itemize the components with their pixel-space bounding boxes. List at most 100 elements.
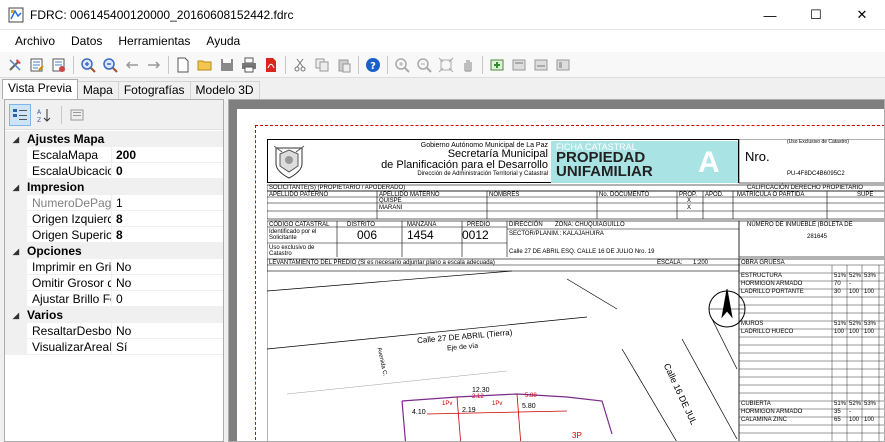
- layer-c-icon[interactable]: [553, 55, 573, 75]
- property-category[interactable]: ◢ Varios: [5, 307, 223, 323]
- map-zoom-in-icon[interactable]: [392, 55, 412, 75]
- property-row[interactable]: Origen Izquierda 8: [5, 211, 223, 227]
- doc-hormigon-armado: HORMIGON ARMADO: [741, 409, 803, 415]
- doc-uso-exclusivo: Uso exclusivo de Catastro: [269, 245, 315, 257]
- property-row[interactable]: Imprimir en GriseNo: [5, 259, 223, 275]
- plan-line: [516, 393, 522, 441]
- doc-dash: -: [849, 409, 851, 415]
- property-category[interactable]: ◢ Ajustes Mapa: [5, 131, 223, 147]
- print-preview[interactable]: Gobierno Autónomo Municipal de La Paz Se…: [228, 99, 885, 442]
- property-row[interactable]: Origen Superior 8: [5, 227, 223, 243]
- property-value[interactable]: 200: [112, 147, 223, 163]
- menu-datos[interactable]: Datos: [63, 30, 110, 52]
- doc-pct53: 53%: [864, 273, 877, 279]
- doc-v30: 30: [834, 289, 841, 295]
- minimize-button[interactable]: —: [747, 0, 793, 30]
- property-row[interactable]: EscalaUbicacio 0: [5, 163, 223, 179]
- collapse-icon[interactable]: ◢: [5, 311, 27, 320]
- plan-line: [426, 410, 568, 415]
- property-pages-icon[interactable]: [66, 104, 88, 126]
- collapse-icon[interactable]: ◢: [5, 183, 27, 192]
- doc-pct52: 52%: [849, 321, 862, 327]
- row-gutter: [5, 275, 27, 291]
- tools-icon[interactable]: [5, 55, 25, 75]
- collapse-icon[interactable]: ◢: [5, 247, 27, 256]
- property-row[interactable]: ResaltarDesbon No: [5, 323, 223, 339]
- map-zoom-out-icon[interactable]: [414, 55, 434, 75]
- row-gutter: [5, 323, 27, 339]
- property-value[interactable]: No: [112, 323, 223, 339]
- print-icon[interactable]: [239, 55, 259, 75]
- form-box: [738, 139, 884, 184]
- doc-pct51: 51%: [834, 321, 847, 327]
- row-gutter: [5, 147, 27, 163]
- cut-icon[interactable]: [290, 55, 310, 75]
- doc-v70: 70: [834, 281, 841, 287]
- doc-m7: 1Pv: [492, 401, 503, 407]
- property-value[interactable]: Sí: [112, 339, 223, 355]
- pan-hand-icon[interactable]: [458, 55, 478, 75]
- property-value[interactable]: 8: [112, 227, 223, 243]
- doc-levantamiento: LEVANTAMIENTO DEL PREDIO (Si es necesari…: [269, 260, 495, 266]
- property-row[interactable]: VisualizarAreaIn Sí: [5, 339, 223, 355]
- new-file-icon[interactable]: [173, 55, 193, 75]
- property-value[interactable]: 0: [112, 291, 223, 307]
- property-name: EscalaMapa: [27, 147, 112, 163]
- arrow-right-icon[interactable]: [144, 55, 164, 75]
- property-name: EscalaUbicacio: [27, 163, 112, 179]
- row-gutter: [5, 227, 27, 243]
- zoom-in-icon[interactable]: [78, 55, 98, 75]
- property-value[interactable]: No: [112, 275, 223, 291]
- doc-pct52: 52%: [849, 401, 862, 407]
- row-gutter: [5, 259, 27, 275]
- layer-b-icon[interactable]: [531, 55, 551, 75]
- layer-a-icon[interactable]: [509, 55, 529, 75]
- property-category-label: Impresion: [27, 180, 85, 194]
- menu-archivo[interactable]: Archivo: [0, 30, 63, 52]
- add-layer-icon[interactable]: [487, 55, 507, 75]
- property-name: ResaltarDesbon: [27, 323, 112, 339]
- open-folder-icon[interactable]: [195, 55, 215, 75]
- paste-icon[interactable]: [334, 55, 354, 75]
- edit-form-icon[interactable]: [27, 55, 47, 75]
- property-category[interactable]: ◢ Opciones: [5, 243, 223, 259]
- tab-fotografias[interactable]: Fotografías: [117, 81, 191, 99]
- property-value[interactable]: No: [112, 259, 223, 275]
- help-icon[interactable]: ?: [363, 55, 383, 75]
- sort-alphabetical-icon[interactable]: AZ: [33, 104, 55, 126]
- categorized-icon[interactable]: [9, 103, 31, 126]
- tab-modelo-3d[interactable]: Modelo 3D: [189, 81, 260, 99]
- row-gutter: [5, 339, 27, 355]
- property-row[interactable]: Omitir Grosor de No: [5, 275, 223, 291]
- maximize-button[interactable]: ☐: [793, 0, 839, 30]
- tab-mapa[interactable]: Mapa: [76, 81, 119, 99]
- property-grid-toolbar: AZ: [5, 100, 223, 130]
- property-row[interactable]: NumeroDePagir 1: [5, 195, 223, 211]
- property-value[interactable]: 1: [112, 195, 223, 211]
- property-category-label: Varios: [27, 308, 64, 322]
- property-row[interactable]: Ajustar Brillo Fot 0: [5, 291, 223, 307]
- pdf-icon[interactable]: [261, 55, 281, 75]
- property-category[interactable]: ◢ Impresion: [5, 179, 223, 195]
- copy-icon[interactable]: [312, 55, 332, 75]
- zoom-out-icon[interactable]: [100, 55, 120, 75]
- save-icon[interactable]: [217, 55, 237, 75]
- doc-pct52: 52%: [849, 273, 862, 279]
- property-value[interactable]: 0: [112, 163, 223, 179]
- property-row[interactable]: EscalaMapa 200: [5, 147, 223, 163]
- form-check-icon[interactable]: [49, 55, 69, 75]
- property-value[interactable]: 8: [112, 211, 223, 227]
- window-title: FDRC: 006145400120000_20160608152442.fdr…: [30, 7, 294, 22]
- tab-vista-previa[interactable]: Vista Previa: [2, 79, 78, 99]
- plan-line: [456, 396, 461, 441]
- menu-ayuda[interactable]: Ayuda: [198, 30, 248, 52]
- zoom-extent-icon[interactable]: [436, 55, 456, 75]
- doc-identificado: Identificado por el Solicitante: [269, 229, 317, 241]
- menu-herramientas[interactable]: Herramientas: [110, 30, 198, 52]
- doc-m6: 5.88: [525, 393, 537, 399]
- doc-escala-val: 1:200: [693, 260, 709, 266]
- doc-ladrillo-portante: LADRILLO PORTANTE: [741, 289, 804, 295]
- close-button[interactable]: ✕: [839, 0, 885, 30]
- collapse-icon[interactable]: ◢: [5, 135, 27, 144]
- arrow-left-icon[interactable]: [122, 55, 142, 75]
